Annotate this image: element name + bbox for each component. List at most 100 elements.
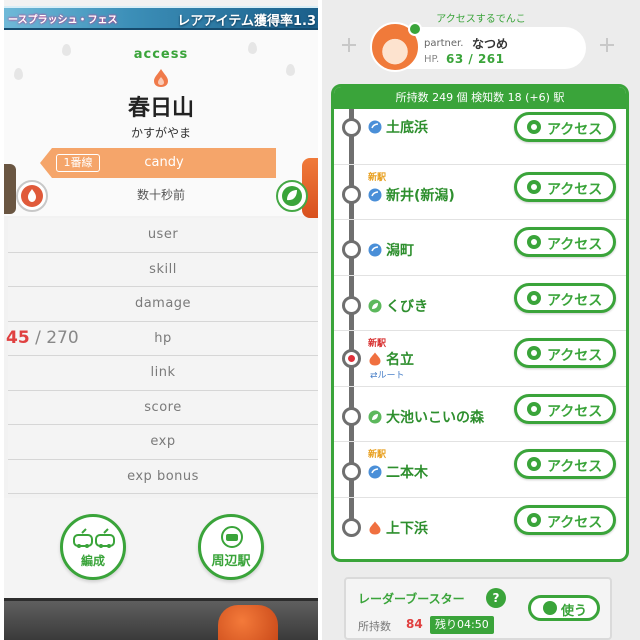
access-button-label: アクセス	[547, 514, 603, 531]
stat-row-link: link	[8, 356, 318, 391]
station-node	[342, 240, 361, 259]
owned-count: 84	[406, 617, 423, 631]
stat-row-exp: exp	[8, 425, 318, 460]
station-row: 新駅 新井(新潟) アクセス	[334, 165, 626, 220]
route-header: 所持数 249 個 検知数 18 (+6) 駅	[334, 87, 626, 109]
station-kana: かすがやま	[130, 126, 191, 140]
station-row: 大池いこいの森 アクセス	[334, 387, 626, 442]
stat-label: exp	[150, 434, 176, 449]
access-button-label: アクセス	[547, 459, 603, 475]
station-card: access 春日山 かすがやま 1番線 candy 数十秒前	[4, 30, 318, 218]
remaining-time-badge: 残り04:50	[430, 616, 494, 634]
station-node	[342, 517, 361, 537]
line-number-badge: 1番線	[56, 154, 100, 172]
access-icon	[527, 235, 541, 249]
station-row: 土底浜 アクセス	[334, 109, 626, 165]
stat-row-score: score	[8, 390, 318, 425]
raindrop-decoration	[286, 64, 295, 76]
fire-icon	[369, 352, 381, 366]
water-drop-icon	[368, 465, 382, 479]
access-button[interactable]: アクセス	[514, 504, 616, 535]
partner-hp-label: HP.	[424, 54, 440, 65]
formation-button[interactable]: 編成	[60, 514, 126, 580]
station-node	[342, 184, 361, 204]
access-button-label: アクセス	[547, 292, 603, 309]
station-name[interactable]: 土底浜	[386, 117, 428, 137]
station-node	[342, 462, 361, 481]
station-name[interactable]: 名立	[386, 349, 414, 369]
stat-label: damage	[134, 296, 192, 311]
station-row: 新駅 名立 ⇄ルート アクセス	[334, 331, 626, 387]
access-button[interactable]: アクセス	[514, 282, 616, 313]
stat-row-hp: 45 / 270 hp	[6, 321, 318, 356]
stat-row-damage: damage	[8, 287, 318, 322]
access-button[interactable]: アクセス	[514, 449, 616, 479]
stat-row-skill: skill	[8, 252, 318, 287]
booster-title: レーダーブースター	[358, 592, 465, 606]
access-icon	[527, 457, 541, 471]
station-name[interactable]: 潟町	[386, 240, 414, 260]
station-name[interactable]: くびき	[386, 296, 428, 316]
access-icon	[527, 346, 541, 360]
station-name[interactable]: 二本木	[386, 462, 428, 482]
help-icon[interactable]: ?	[486, 588, 506, 608]
stat-label: skill	[149, 261, 177, 277]
bottom-action-bar: 編成 周辺駅	[4, 498, 318, 598]
stat-label: score	[144, 399, 182, 415]
station-name[interactable]: 上下浜	[386, 518, 428, 538]
use-booster-button[interactable]: 使う	[528, 595, 600, 621]
event-banner[interactable]: ースプラッシュ・フェス レアアイテム獲得率1.3	[4, 6, 318, 30]
stat-row-exp-bonus: exp bonus	[8, 459, 318, 494]
station-detail-panel: ースプラッシュ・フェス レアアイテム獲得率1.3 access 春日山 かすがや…	[4, 0, 318, 640]
access-button[interactable]: アクセス	[514, 112, 616, 142]
partner-denko-portrait	[218, 605, 278, 640]
raindrop-decoration	[14, 68, 23, 80]
partner-prefix: partner.	[424, 38, 464, 49]
new-station-tag: 新駅	[368, 172, 387, 183]
access-button[interactable]: アクセス	[514, 393, 616, 424]
access-icon	[527, 179, 541, 194]
water-drop-icon	[368, 188, 382, 201]
station-node	[342, 118, 361, 137]
current-station-node	[342, 349, 361, 368]
station-sign-icon	[221, 526, 243, 548]
nearby-stations-button[interactable]: 周辺駅	[198, 514, 264, 580]
access-time-ago: 数十秒前	[136, 188, 185, 202]
leaf-icon	[368, 410, 382, 423]
radar-booster-card: レーダーブースター ? 使う 所持数 84 残り04:50	[344, 577, 612, 640]
sparkle-decoration	[600, 38, 614, 52]
fire-icon	[369, 521, 381, 534]
leaf-icon	[408, 22, 422, 36]
partner-name: なつめ	[472, 37, 509, 51]
station-name: 春日山	[127, 96, 194, 121]
station-row: 上下浜 アクセス	[334, 498, 626, 554]
station-name[interactable]: 新井(新潟)	[386, 185, 455, 205]
access-icon	[527, 120, 541, 134]
stat-label: exp bonus	[127, 468, 199, 484]
route-link[interactable]: ⇄ルート	[370, 368, 405, 381]
access-button[interactable]: アクセス	[514, 171, 616, 202]
route-label: ルート	[377, 371, 405, 381]
radar-icon	[543, 601, 557, 615]
access-button[interactable]: アクセス	[514, 338, 616, 368]
access-list-panel: アクセスするでんこ partner. なつめ HP. 63 / 261 所持数 …	[322, 0, 640, 640]
nearby-stations-label: 周辺駅	[211, 554, 251, 569]
access-button-label: アクセス	[547, 122, 603, 138]
station-node	[342, 295, 361, 315]
formation-label: 編成	[80, 554, 105, 568]
access-button-label: アクセス	[547, 181, 603, 198]
banner-event-text: ースプラッシュ・フェス	[8, 15, 118, 26]
water-drop-icon	[368, 120, 382, 134]
station-row: くびき アクセス	[334, 276, 626, 331]
station-name[interactable]: 大池いこいの森	[386, 407, 484, 427]
access-icon	[527, 401, 541, 416]
banner-rare-item-text: レアアイテム獲得率1.3	[177, 14, 316, 29]
access-icon	[527, 512, 541, 527]
water-drop-icon	[368, 243, 382, 257]
access-button[interactable]: アクセス	[514, 227, 616, 257]
stats-list: user skill damage 45 / 270 hp link score…	[6, 218, 318, 494]
station-row: 潟町 アクセス	[334, 220, 626, 276]
partner-section-title: アクセスするでんこ	[436, 14, 526, 25]
leaf-icon	[368, 299, 382, 312]
new-station-tag: 新駅	[368, 450, 387, 460]
